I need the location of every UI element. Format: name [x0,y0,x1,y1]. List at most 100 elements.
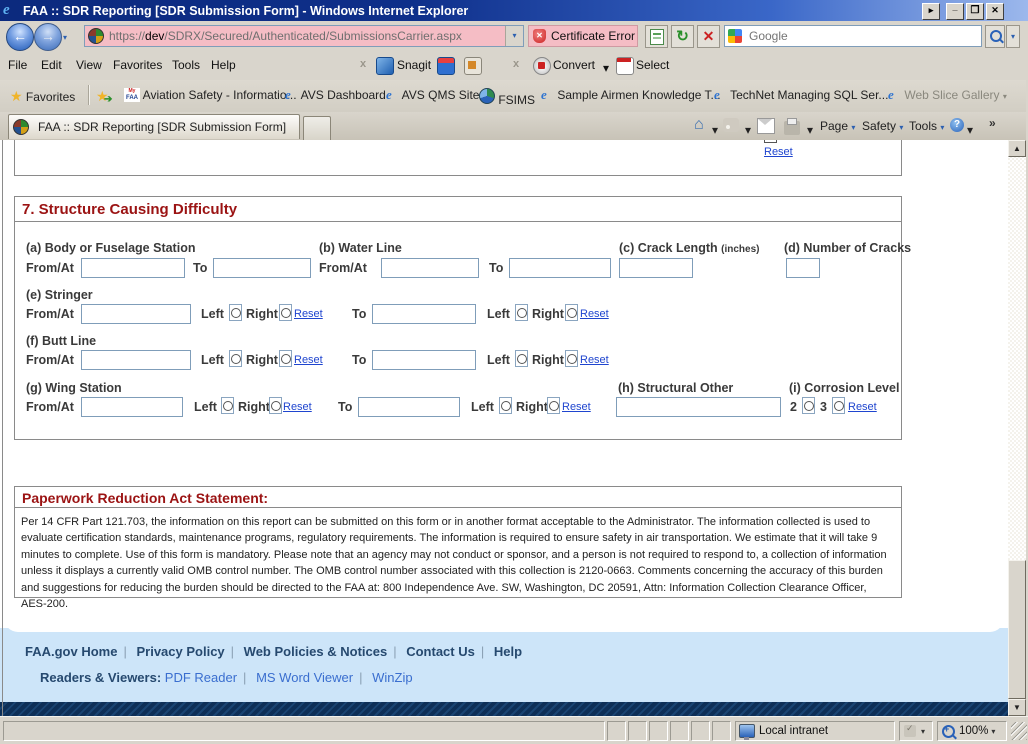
feeds-icon[interactable] [723,118,739,132]
favorite-item-avs-qms[interactable]: AVS QMS Site [386,88,479,102]
wing-station-to-left-radio[interactable] [499,397,512,414]
convert-button[interactable]: Convert [553,58,595,72]
stringer-to-input[interactable] [372,304,476,324]
search-input[interactable] [747,28,981,44]
butt-line-to-right-radio[interactable] [565,350,578,367]
stringer-from-reset-link[interactable]: Reset [294,308,323,320]
menu-view[interactable]: View [76,58,102,72]
zoom-control[interactable]: 100% ▾ [937,721,1007,741]
stringer-to-left-radio[interactable] [515,304,528,321]
snagit-label[interactable]: Snagit [397,58,431,72]
tab-sdr-reporting[interactable]: FAA :: SDR Reporting [SDR Submission For… [8,114,300,139]
refresh-button[interactable] [671,25,694,48]
wing-station-from-left-radio[interactable] [221,397,234,414]
address-bar[interactable]: https://dev/SDRX/Secured/Authenticated/S… [84,25,524,47]
previous-section-reset-link[interactable]: Reset [764,146,793,158]
footer-link-winzip[interactable]: WinZip [372,670,412,685]
stop-button[interactable] [697,25,720,48]
minimize-button[interactable] [946,3,964,20]
menu-help[interactable]: Help [211,58,236,72]
protected-mode-segment[interactable]: ▾ [899,721,933,741]
snagit-capture-icon[interactable] [437,57,455,75]
stringer-to-reset-link[interactable]: Reset [580,308,609,320]
corrosion-level-reset-link[interactable]: Reset [848,401,877,413]
fuselage-from-input[interactable] [81,258,185,278]
scrollbar-thumb[interactable] [1008,560,1026,699]
help-icon[interactable] [950,118,964,132]
tools-menu-button[interactable]: Tools ▾ [909,119,944,133]
convert-dropdown-icon[interactable]: ▾ [603,61,609,75]
favorite-item-technet[interactable]: TechNet Managing SQL Ser... [714,88,888,102]
help-dropdown-icon[interactable]: ▾ [967,123,973,137]
favorite-item-sample-airmen[interactable]: Sample Airmen Knowledge T... [541,88,721,102]
print-dropdown-icon[interactable]: ▾ [807,123,813,137]
print-icon[interactable] [784,121,800,135]
fuselage-to-input[interactable] [213,258,311,278]
favorites-button[interactable]: ★ Favorites [10,88,75,105]
address-url[interactable]: https://dev/SDRX/Secured/Authenticated/S… [109,29,462,43]
butt-line-from-input[interactable] [81,350,191,370]
favorite-item-avs-dashboard[interactable]: AVS Dashboard [285,88,386,102]
feeds-dropdown-icon[interactable]: ▾ [745,123,751,137]
search-box[interactable] [724,25,982,47]
snagit-editor-icon[interactable] [464,57,482,75]
number-of-cracks-input[interactable] [786,258,820,278]
back-button[interactable] [6,23,34,51]
compatibility-view-button[interactable] [645,25,668,48]
favorite-item-aviation-safety[interactable]: Aviation Safety - Informatio... [124,88,297,102]
restore-button[interactable] [966,3,984,20]
menu-favorites[interactable]: Favorites [113,58,162,72]
footer-link-contact[interactable]: Contact Us [406,644,475,659]
waterline-to-input[interactable] [509,258,611,278]
menu-tools[interactable]: Tools [172,58,200,72]
wing-station-from-input[interactable] [81,397,183,417]
butt-line-to-input[interactable] [372,350,476,370]
footer-link-web-policies[interactable]: Web Policies & Notices [244,644,388,659]
stringer-from-input[interactable] [81,304,191,324]
title-bar[interactable]: FAA :: SDR Reporting [SDR Submission For… [0,0,1028,21]
footer-link-privacy[interactable]: Privacy Policy [136,644,224,659]
menu-edit[interactable]: Edit [41,58,62,72]
structural-other-input[interactable] [616,397,781,417]
stringer-to-right-radio[interactable] [565,304,578,321]
favorite-item-web-slice-gallery[interactable]: Web Slice Gallery ▾ [888,88,1007,102]
waterline-from-input[interactable] [381,258,479,278]
address-dropdown-icon[interactable]: ▾ [505,26,523,46]
select-button[interactable]: Select [636,58,669,72]
menu-file[interactable]: File [8,58,27,72]
page-menu-button[interactable]: Page ▾ [820,119,855,133]
butt-line-to-reset-link[interactable]: Reset [580,354,609,366]
search-options-dropdown-icon[interactable]: ▾ [1006,25,1020,48]
close-button[interactable] [986,3,1004,20]
wing-station-to-right-radio[interactable] [547,397,560,414]
home-dropdown-icon[interactable]: ▾ [712,123,718,137]
wing-station-from-reset-link[interactable]: Reset [283,401,312,413]
titlebar-expand-icon[interactable] [922,3,940,20]
crack-length-input[interactable] [619,258,693,278]
close-adobe-toolbar-icon[interactable]: x [513,58,519,70]
overflow-chevron-icon[interactable]: » [989,116,996,130]
resize-grip[interactable] [1011,722,1027,740]
favorite-item-fsims[interactable]: FSIMS [479,88,535,107]
read-mail-icon[interactable] [757,118,775,134]
add-favorite-icon[interactable]: ★➔ [96,90,109,104]
corrosion-level-2-radio[interactable] [802,397,815,414]
vertical-scrollbar[interactable]: ▲ ▼ [1008,140,1026,716]
search-button[interactable] [985,25,1005,48]
safety-menu-button[interactable]: Safety ▾ [862,119,903,133]
butt-line-from-left-radio[interactable] [229,350,242,367]
new-tab-stub[interactable] [303,116,331,140]
scroll-down-icon[interactable]: ▼ [1008,699,1026,716]
stringer-from-right-radio[interactable] [279,304,292,321]
corrosion-level-3-radio[interactable] [832,397,845,414]
home-icon[interactable] [694,118,710,132]
wing-station-to-input[interactable] [358,397,460,417]
footer-link-pdf-reader[interactable]: PDF Reader [165,670,237,685]
wing-station-from-right-radio[interactable] [269,397,282,414]
snagit-icon[interactable] [376,57,394,75]
footer-link-faa-home[interactable]: FAA.gov Home [25,644,117,659]
forward-button[interactable] [34,23,62,51]
close-snagit-toolbar-icon[interactable]: x [360,58,366,70]
certificate-error-badge[interactable]: Certificate Error [528,25,638,47]
butt-line-from-reset-link[interactable]: Reset [294,354,323,366]
